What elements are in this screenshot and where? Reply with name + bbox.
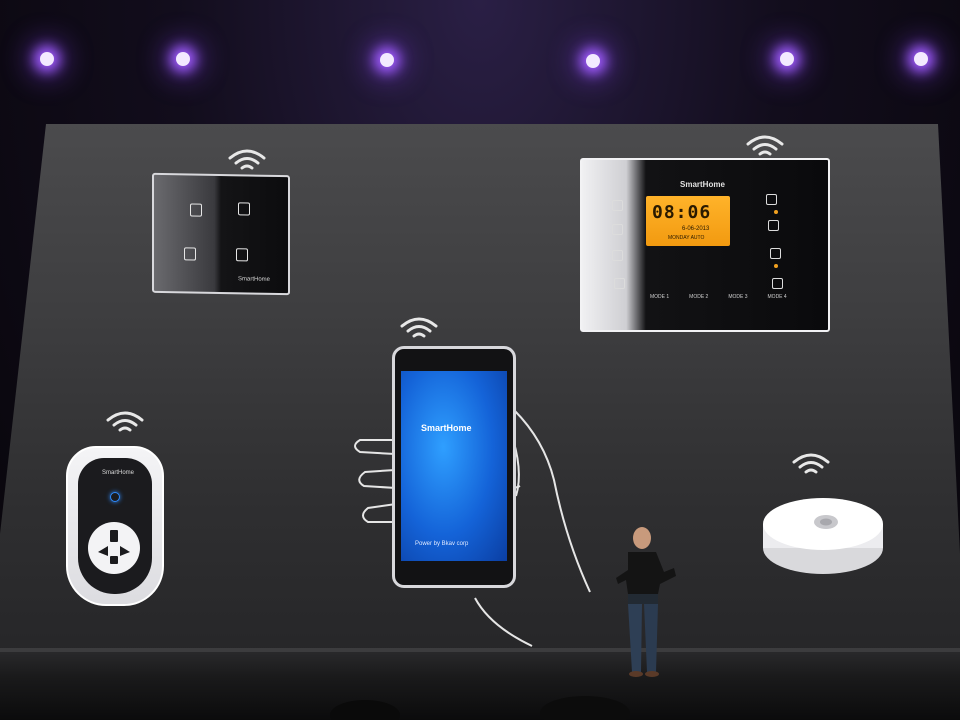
stage-light [176,52,190,66]
presenter [616,527,676,677]
stage-light [586,54,600,68]
thermostat-panel: SmartHome 08:06 6-06-2013 MONDAY AUTO MO… [580,158,830,332]
phone-footer-text: Power by Bkav corp [415,541,469,547]
wifi-icon [106,411,144,432]
plug-face: SmartHome [78,458,152,594]
switch-touch-icon [238,202,250,216]
display-date: 6-06-2013 [682,226,710,232]
smart-plug: SmartHome [66,446,164,606]
status-dot [774,210,778,214]
wifi-icon [400,317,438,338]
thermostat-button-icon [766,194,777,205]
switch-brand-label: SmartHome [238,276,271,283]
display-subline: MONDAY AUTO [668,235,705,241]
stage-light [780,52,794,66]
wifi-icon [746,135,784,156]
stage-light [914,52,928,66]
phone-screen: SmartHome Power by Bkav corp [401,371,507,561]
power-led-icon [110,492,120,502]
phone-brand-label: SmartHome [421,423,472,433]
thermostat-button-icon [612,200,623,211]
thermostat-display: 08:06 6-06-2013 MONDAY AUTO [646,196,730,246]
mode-label: MODE 4 [767,294,787,300]
switch-touch-icon [190,203,202,217]
thermostat-button-icon [612,250,623,261]
stage-floor [0,648,960,720]
thermostat-button-icon [612,224,623,235]
switch-touch-icon [236,248,248,262]
thermostat-button-icon [614,278,625,289]
smartphone: SmartHome Power by Bkav corp [392,346,516,588]
thermostat-button-icon [772,278,783,289]
stage-photo: SmartHome SmartHome 08:06 6-06-2013 MOND… [0,0,960,720]
mode-labels: MODE 1 MODE 2 MODE 3 MODE 4 [650,294,820,300]
universal-socket [88,522,140,574]
thermostat-brand-label: SmartHome [680,180,725,189]
motion-sensor-icon [763,498,883,574]
thermostat-button-icon [768,220,779,231]
thermostat-button-icon [770,248,781,259]
status-dot [774,264,778,268]
display-time: 08:06 [652,202,712,223]
plug-brand-label: SmartHome [102,470,135,476]
stage-edge [0,648,960,652]
mode-label: MODE 3 [728,294,748,300]
smart-switch-panel: SmartHome [152,172,290,296]
stage-light [40,52,54,66]
wifi-icon [228,149,266,170]
socket-holes-icon [98,530,130,564]
switch-touch-icon [184,247,196,261]
stage-light [380,53,394,67]
mode-label: MODE 1 [650,294,670,300]
mode-label: MODE 2 [689,294,709,300]
wifi-icon [792,453,830,474]
